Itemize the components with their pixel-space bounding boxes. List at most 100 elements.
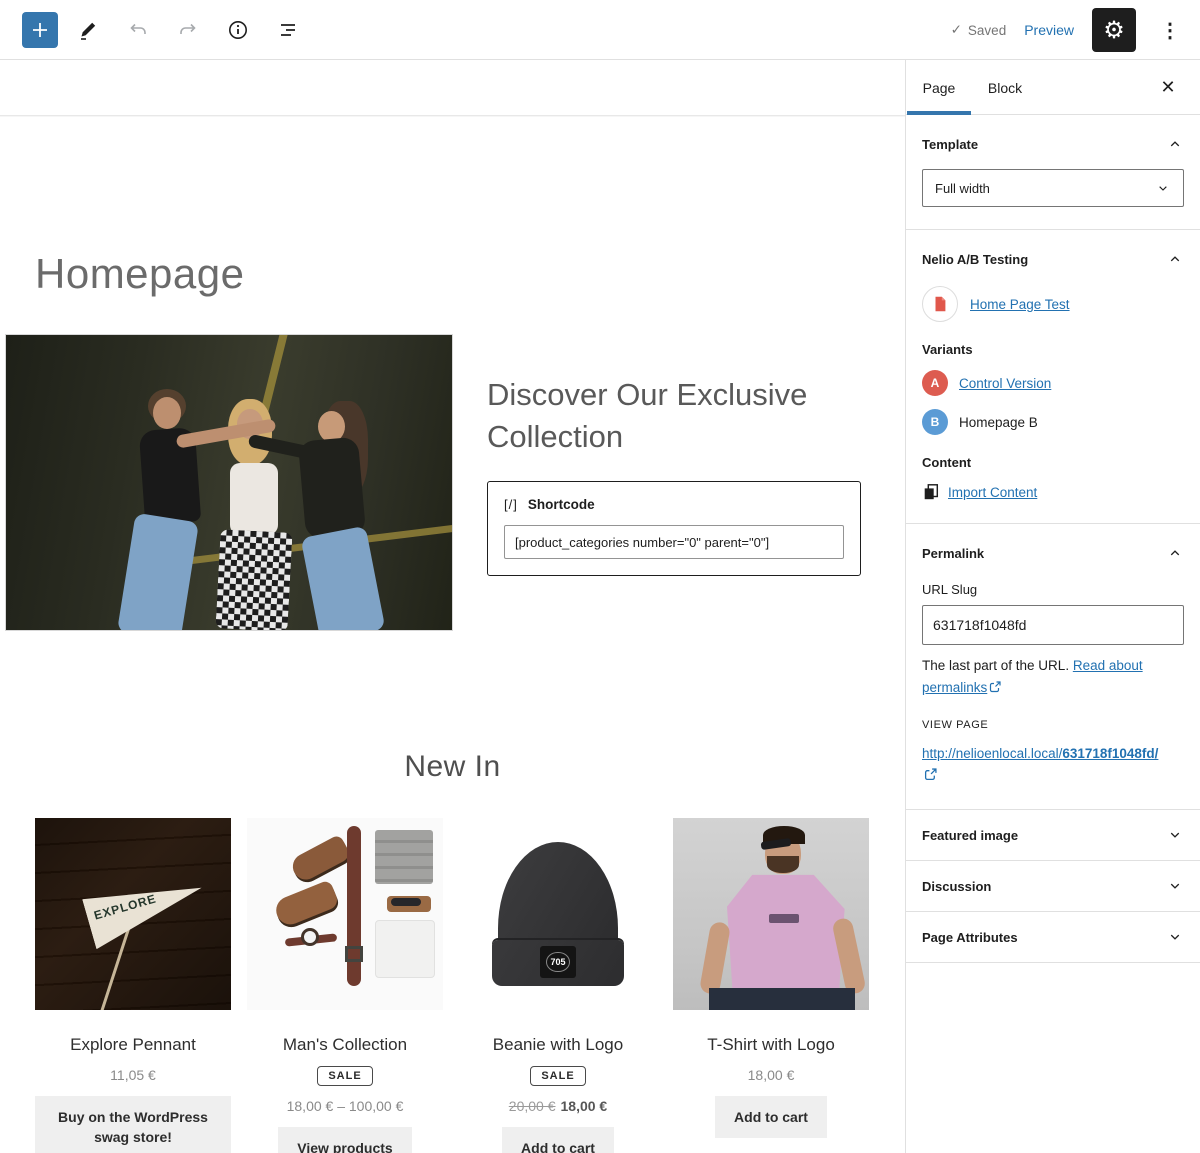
experiment-type-badge xyxy=(922,286,958,322)
product-image-tshirt[interactable] xyxy=(673,818,869,1010)
product-price-sale: 20,00 €18,00 € xyxy=(460,1098,656,1114)
url-slug-label: URL Slug xyxy=(922,582,978,597)
url-slug-input[interactable] xyxy=(922,605,1184,645)
product-title[interactable]: T-Shirt with Logo xyxy=(673,1035,869,1055)
chevron-up-icon xyxy=(1170,256,1180,262)
import-content-link[interactable]: Import Content xyxy=(948,485,1037,500)
sale-badge: SALE xyxy=(317,1066,373,1086)
product-price: 18,00 € xyxy=(747,1067,795,1083)
variant-a-badge: A xyxy=(922,370,948,396)
shortcode-icon: [/] xyxy=(504,497,518,512)
chevron-down-icon xyxy=(1170,884,1180,890)
figure-middle-gingham-pants xyxy=(215,529,293,630)
page-url-link[interactable]: http://nelioenlocal.local/631718f1048fd/ xyxy=(922,743,1158,787)
product-image-explore-pennant[interactable]: EXPLORE xyxy=(35,818,231,1010)
template-select-value: Full width xyxy=(935,180,990,196)
page-attributes-title: Page Attributes xyxy=(922,929,1018,945)
variants-label: Variants xyxy=(922,342,973,357)
figure-left-face xyxy=(153,397,181,429)
old-price: 20,00 € xyxy=(508,1098,556,1114)
template-select[interactable]: Full width xyxy=(922,169,1184,207)
tab-block[interactable]: Block xyxy=(972,60,1038,115)
permalink-title: Permalink xyxy=(922,545,985,561)
details-button[interactable] xyxy=(218,10,258,50)
product-image-mans-collection[interactable] xyxy=(247,818,443,1010)
close-sidebar-button[interactable]: ✕ xyxy=(1146,60,1190,115)
new-price: 18,00 € xyxy=(560,1098,608,1114)
sale-badge: SALE xyxy=(530,1066,586,1086)
variant-a-link[interactable]: Control Version xyxy=(959,376,1051,391)
figure-middle-top xyxy=(230,463,278,535)
tshirt-logo xyxy=(769,914,799,923)
redo-icon xyxy=(180,23,196,34)
product-title[interactable]: Explore Pennant xyxy=(35,1035,231,1055)
sunglasses xyxy=(391,898,421,906)
variant-a-row: A Control Version xyxy=(922,370,1184,396)
chevron-up-icon xyxy=(1170,550,1180,556)
slug-help-static: The last part of the URL. xyxy=(922,658,1073,673)
add-to-cart-button[interactable]: Add to cart xyxy=(502,1127,614,1153)
section-heading: New In xyxy=(404,750,501,783)
hero-heading[interactable]: Discover Our Exclusive Collection xyxy=(487,374,817,457)
product-title[interactable]: Beanie with Logo xyxy=(460,1035,656,1055)
wordpress-editor: ✓ Saved Preview ⚙ ⋮ Homepage Discover Ou… xyxy=(0,0,1200,1153)
post-title-input[interactable]: Homepage xyxy=(35,250,244,298)
template-panel: Template Full width xyxy=(906,115,1200,230)
beanie-label-text: 705 xyxy=(546,952,570,972)
variant-b-row: B Homepage B xyxy=(922,409,1184,435)
featured-image-title: Featured image xyxy=(922,827,1019,843)
document-icon xyxy=(935,296,946,312)
list-view-button[interactable] xyxy=(268,10,308,50)
import-content-row: Import Content xyxy=(922,483,1184,501)
undo-button[interactable] xyxy=(118,10,158,50)
options-menu-button[interactable]: ⋮ xyxy=(1154,18,1186,43)
view-page-label: VIEW PAGE xyxy=(922,719,989,732)
product-price-range: 18,00 € – 100,00 € xyxy=(286,1098,404,1114)
saved-label: Saved xyxy=(967,22,1007,38)
add-to-cart-button[interactable]: Add to cart xyxy=(715,1096,827,1139)
block-inserter-button[interactable] xyxy=(22,11,58,48)
template-title: Template xyxy=(922,136,979,152)
hero-image[interactable] xyxy=(5,334,453,631)
template-panel-toggle[interactable]: Template xyxy=(922,135,1184,153)
product-image-beanie[interactable]: 705 xyxy=(460,818,656,1010)
shortcode-block[interactable]: [/] Shortcode xyxy=(487,481,861,576)
product-card-tshirt: T-Shirt with Logo 18,00 € Add to cart xyxy=(673,818,869,1139)
figure-left-jeans xyxy=(117,512,199,630)
tab-page[interactable]: Page xyxy=(906,60,972,115)
buy-button[interactable]: Buy on the WordPress swag store! xyxy=(35,1096,231,1153)
discussion-panel-toggle[interactable]: Discussion xyxy=(906,861,1200,913)
man-beard xyxy=(767,856,799,873)
nelio-ab-testing-panel: Nelio A/B Testing Home Page Test Variant… xyxy=(906,230,1200,524)
pencil-icon xyxy=(81,22,96,40)
experiment-row: Home Page Test xyxy=(922,286,1184,322)
watch-face xyxy=(301,928,319,946)
preview-button[interactable]: Preview xyxy=(1024,22,1074,38)
view-products-button[interactable]: View products xyxy=(278,1127,412,1153)
belt xyxy=(347,826,361,986)
nelio-panel-toggle[interactable]: Nelio A/B Testing xyxy=(922,250,1184,268)
page-url-prefix: http://nelioenlocal.local/ xyxy=(922,746,1063,762)
slug-help-text: The last part of the URL. Read about per… xyxy=(922,655,1184,699)
beanie-label: 705 xyxy=(540,946,576,978)
chevron-down-icon xyxy=(1170,833,1180,839)
product-title[interactable]: Man's Collection xyxy=(247,1035,443,1055)
featured-image-panel-toggle[interactable]: Featured image xyxy=(906,810,1200,862)
page-attributes-panel-toggle[interactable]: Page Attributes xyxy=(906,912,1200,964)
list-view-icon xyxy=(281,23,295,36)
nelio-title: Nelio A/B Testing xyxy=(922,251,1029,267)
check-icon: ✓ xyxy=(950,22,962,37)
shortcode-label: Shortcode xyxy=(527,497,595,512)
figure-right-top xyxy=(297,436,367,540)
experiment-link[interactable]: Home Page Test xyxy=(970,297,1070,312)
redo-button[interactable] xyxy=(168,10,208,50)
edit-mode-button[interactable] xyxy=(68,10,108,50)
settings-button[interactable]: ⚙ xyxy=(1092,8,1136,52)
permalink-panel-toggle[interactable]: Permalink xyxy=(922,544,1184,562)
editor-canvas: Homepage Discover Our Exclusive Collecti… xyxy=(0,60,905,1153)
man-jeans xyxy=(709,988,855,1010)
chevron-up-icon xyxy=(1170,141,1180,147)
belt-buckle xyxy=(345,946,363,962)
shortcode-input[interactable] xyxy=(504,525,844,559)
discussion-title: Discussion xyxy=(922,878,992,894)
